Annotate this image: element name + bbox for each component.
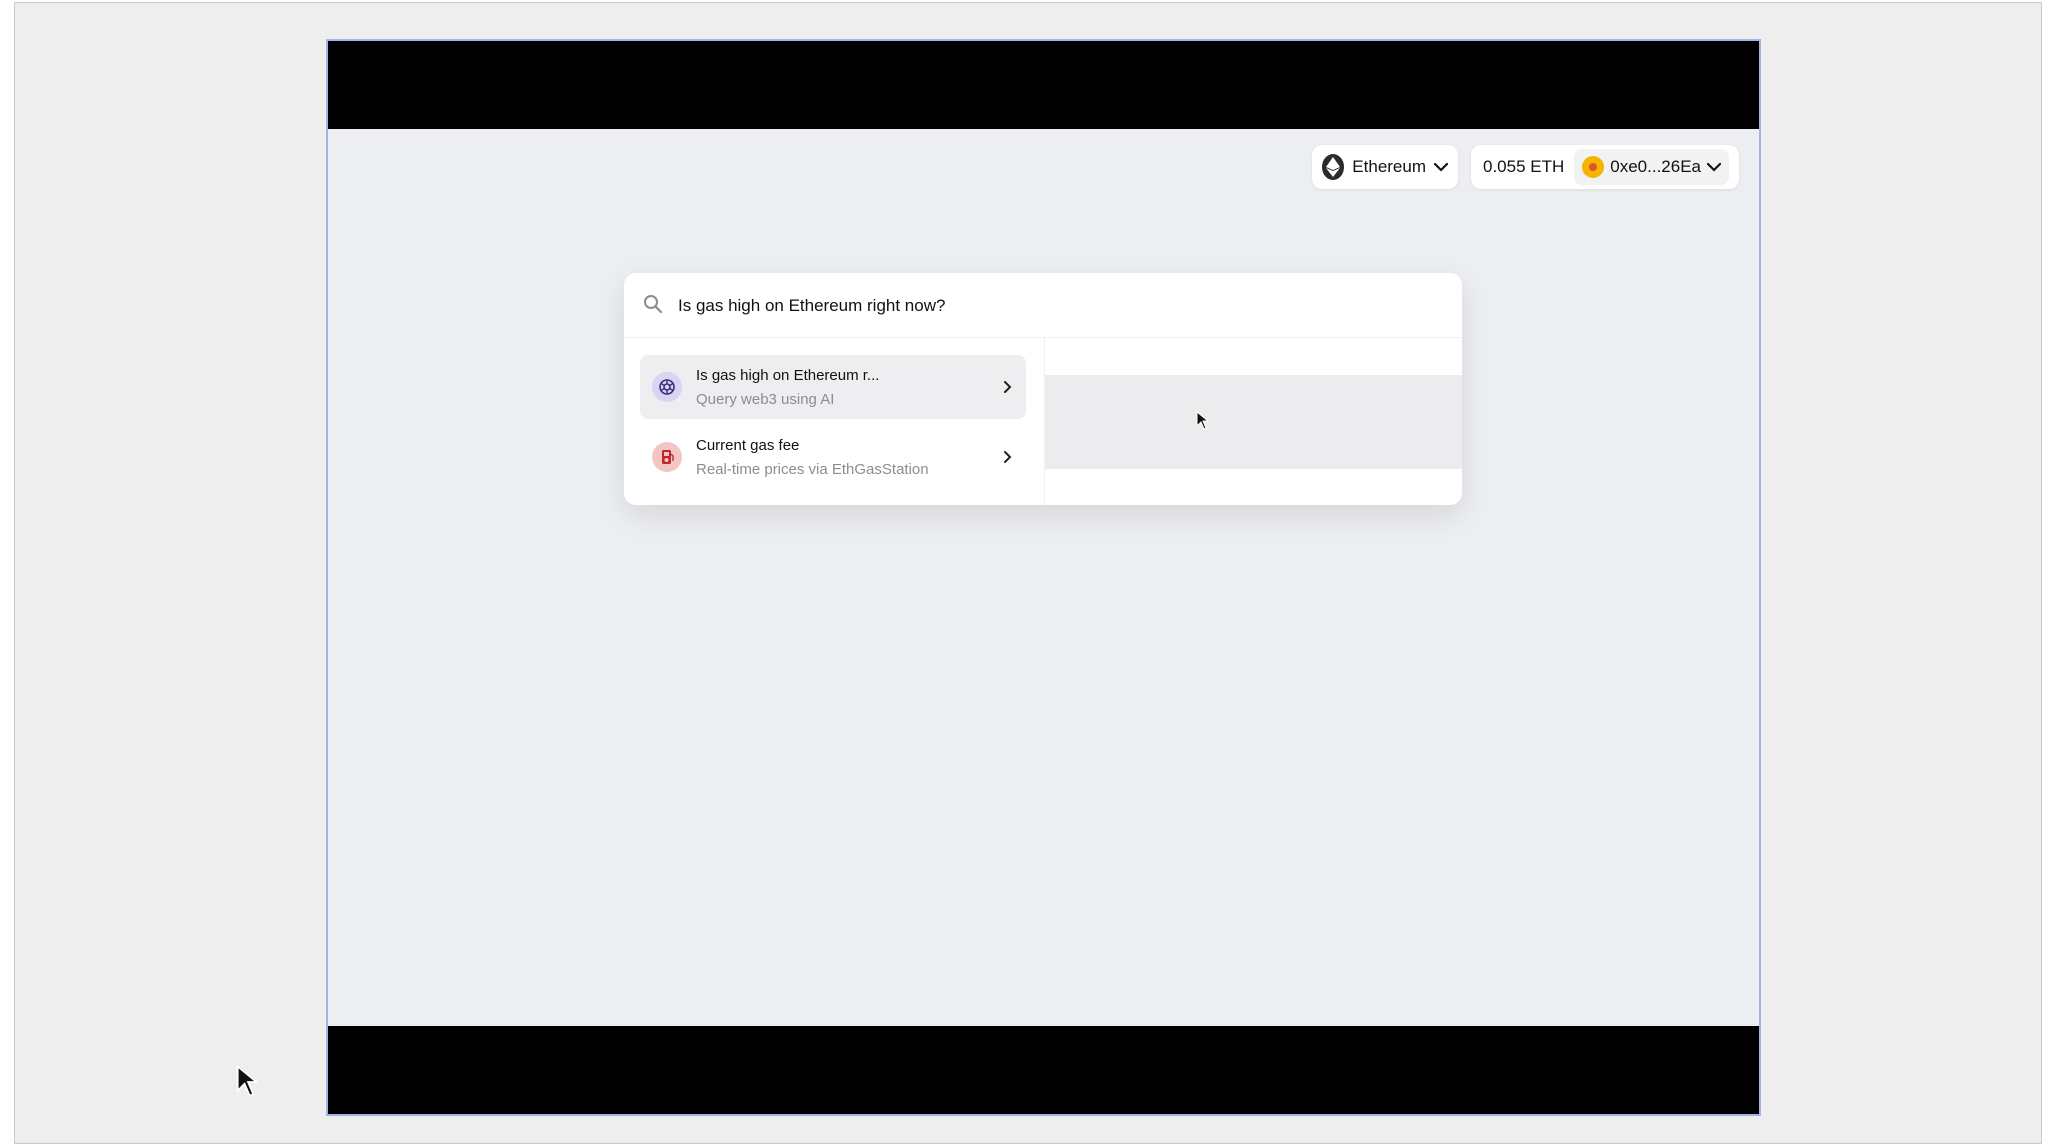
search-icon [642, 293, 664, 315]
result-title: Current gas fee [696, 437, 800, 454]
openai-icon [652, 372, 682, 402]
result-subtitle: Real-time prices via EthGasStation [696, 461, 929, 478]
search-bar [624, 273, 1462, 337]
results-list: Is gas high on Ethereum r... Query web3 … [640, 355, 1026, 495]
wallet-balance: 0.055 ETH [1483, 157, 1565, 176]
command-palette: Is gas high on Ethereum r... Query web3 … [624, 273, 1462, 505]
result-subtitle: Query web3 using AI [696, 391, 835, 408]
chevron-right-icon [1002, 380, 1014, 394]
result-item-gas-fee[interactable]: Current gas fee Real-time prices via Eth… [640, 425, 1026, 489]
network-selector[interactable]: Ethereum [1312, 145, 1458, 189]
letterbox-top [328, 41, 1759, 129]
ethereum-icon [1322, 154, 1345, 180]
chevron-down-icon [1707, 160, 1722, 174]
mouse-cursor-icon [236, 1064, 260, 1105]
slide-frame: Ethereum 0.055 ETH 0xe0...26Ea Is gas hi… [14, 2, 2042, 1144]
chevron-right-icon [1002, 450, 1014, 464]
app-screen: Ethereum 0.055 ETH 0xe0...26Ea Is gas hi… [326, 39, 1761, 1116]
letterbox-bottom [328, 1026, 1759, 1114]
preview-panel [1045, 375, 1462, 469]
account-selector[interactable]: 0xe0...26Ea [1574, 149, 1730, 185]
result-title: Is gas high on Ethereum r... [696, 367, 880, 384]
search-divider [624, 337, 1462, 338]
coin-avatar-icon [1582, 156, 1605, 178]
gas-pump-icon [652, 442, 682, 472]
wallet-widget[interactable]: 0.055 ETH 0xe0...26Ea [1471, 145, 1739, 189]
app-window: Ethereum 0.055 ETH 0xe0...26Ea Is gas hi… [328, 129, 1759, 1026]
mouse-cursor-icon [1196, 410, 1210, 436]
search-input[interactable] [676, 291, 1440, 321]
network-label: Ethereum [1352, 157, 1426, 176]
chevron-down-icon [1434, 160, 1448, 174]
wallet-address: 0xe0...26Ea [1610, 157, 1702, 176]
result-item-ai-query[interactable]: Is gas high on Ethereum r... Query web3 … [640, 355, 1026, 419]
